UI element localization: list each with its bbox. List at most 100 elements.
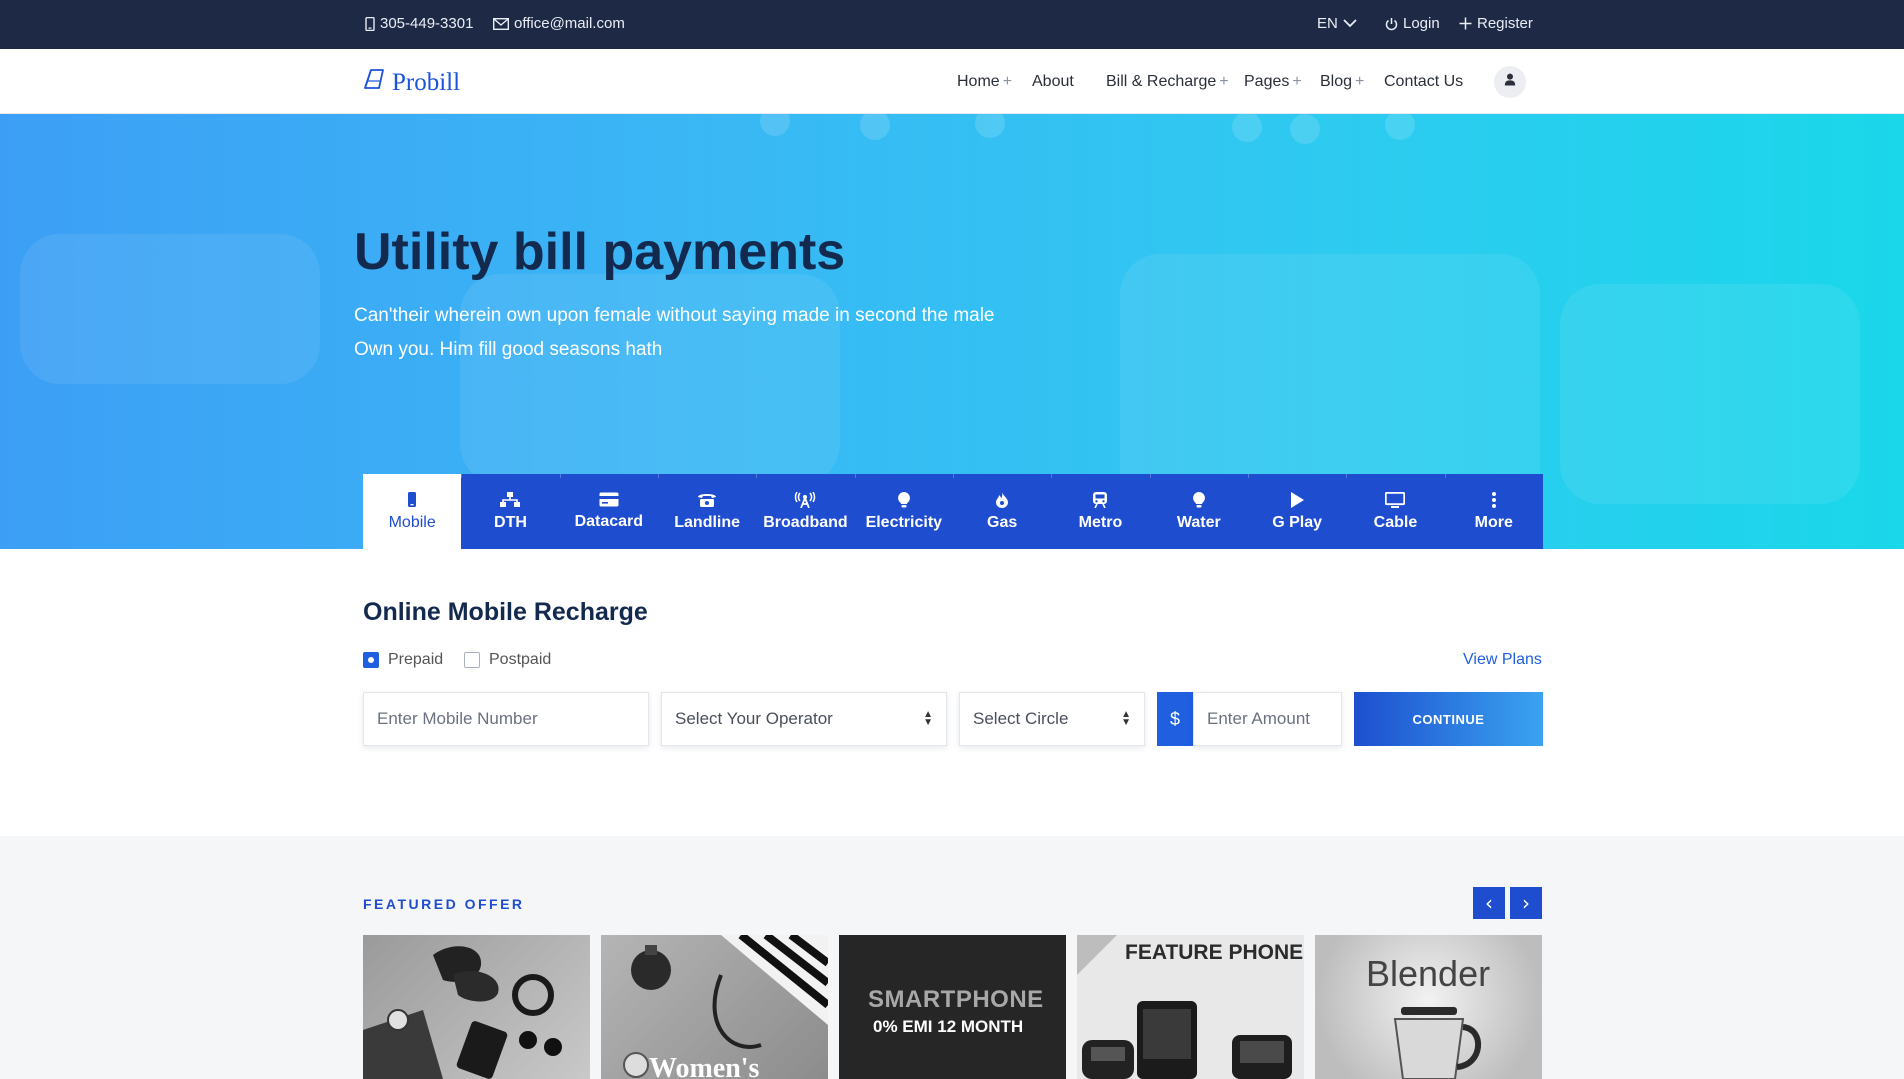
sort-arrows-icon: ▲ ▼ — [923, 709, 933, 728]
language-selector[interactable]: EN — [1317, 15, 1357, 32]
offer-card-womens[interactable]: Women's — [601, 935, 828, 1079]
plus-icon — [1459, 17, 1472, 30]
tab-g-play[interactable]: G Play — [1247, 474, 1346, 549]
mobile-icon — [406, 491, 418, 508]
hero-background-dot — [1290, 114, 1320, 144]
top-bar: 305-449-3301 office@mail.com EN Login Re… — [0, 0, 1904, 49]
mobile-phone-icon — [365, 16, 375, 31]
amount-input[interactable] — [1194, 693, 1341, 745]
tab-metro[interactable]: Metro — [1051, 474, 1149, 549]
prepaid-option[interactable]: Prepaid — [363, 651, 443, 669]
plus-icon: + — [1355, 73, 1365, 90]
currency-addon: $ — [1157, 692, 1193, 746]
nav-item-about[interactable]: About — [1032, 73, 1074, 91]
smartphone-emi-caption: 0% EMI 12 MONTH — [873, 1017, 1024, 1036]
recharge-title: Online Mobile Recharge — [363, 598, 648, 626]
hero-background-dot — [760, 114, 790, 136]
network-icon — [500, 491, 521, 508]
lightbulb-icon — [897, 491, 910, 508]
tab-label: Datacard — [574, 513, 644, 530]
hero-background-dot — [1385, 114, 1415, 140]
nav-label: Contact Us — [1384, 73, 1464, 90]
power-icon — [1385, 17, 1398, 31]
main-navigation: Probill Home + About Bill & Recharge + Pag… — [0, 49, 1904, 114]
postpaid-checkbox[interactable] — [464, 652, 480, 668]
register-label: Register — [1477, 15, 1533, 32]
contact-email[interactable]: office@mail.com — [493, 15, 625, 32]
offer-card-accessories[interactable] — [363, 935, 590, 1079]
slider-prev-button[interactable]: ‹ — [1473, 887, 1505, 919]
circle-select[interactable]: Select Circle ▲ ▼ — [959, 692, 1145, 746]
tab-label: Water — [1176, 513, 1221, 531]
nav-label: About — [1032, 73, 1074, 90]
tab-datacard[interactable]: Datacard — [559, 474, 658, 549]
plus-icon: + — [1292, 73, 1302, 90]
nav-item-home[interactable]: Home + — [957, 73, 1012, 91]
tab-gas[interactable]: Gas — [952, 474, 1051, 549]
tab-label: G Play — [1272, 513, 1323, 531]
hero-background-shape — [1560, 284, 1860, 504]
login-link[interactable]: Login — [1385, 15, 1440, 32]
plus-icon: + — [1002, 73, 1013, 90]
tab-label: Mobile — [388, 513, 436, 531]
nav-label: Pages — [1244, 73, 1290, 90]
smartphone-caption: SMARTPHONE — [868, 986, 1044, 1013]
operator-select[interactable]: Select Your Operator ▲ ▼ — [661, 692, 947, 746]
tab-dth[interactable]: DTH — [461, 474, 559, 549]
contact-phone[interactable]: 305-449-3301 — [365, 15, 473, 32]
user-icon — [1504, 73, 1516, 91]
chevron-down-icon — [1343, 19, 1357, 28]
hero-title: Utility bill payments — [354, 223, 846, 281]
tab-label: Gas — [987, 513, 1018, 531]
account-button[interactable] — [1494, 66, 1526, 98]
tab-broadband[interactable]: Broadband — [756, 474, 854, 549]
hero-background-dot — [860, 114, 890, 140]
featured-offers-section: FEATURED OFFER ‹ › Women's SMARTPHONE 0%… — [0, 836, 1904, 1079]
hero-background-dot — [1232, 114, 1262, 142]
tab-water[interactable]: Water — [1149, 474, 1248, 549]
offer-card-smartphone[interactable]: SMARTPHONE 0% EMI 12 MONTH — [839, 935, 1066, 1079]
offer-card-feature-phone[interactable]: FEATURE PHONE — [1077, 935, 1304, 1079]
flame-icon — [996, 491, 1009, 508]
slider-next-button[interactable]: › — [1510, 887, 1542, 919]
tab-mobile[interactable]: Mobile — [363, 474, 462, 549]
nav-label: Bill & Recharge — [1106, 73, 1217, 90]
operator-selected-value: Select Your Operator — [675, 709, 833, 728]
service-tabs: Mobile DTH Datacard Landline Broadband E… — [363, 474, 1543, 549]
tab-more[interactable]: More — [1444, 474, 1543, 549]
postpaid-label: Postpaid — [489, 651, 552, 668]
tab-label: Broadband — [763, 513, 848, 531]
dollar-icon: $ — [1169, 708, 1180, 729]
envelope-icon — [493, 17, 509, 30]
tab-landline[interactable]: Landline — [657, 474, 756, 549]
tab-label: Metro — [1078, 513, 1123, 531]
phone-icon — [697, 492, 717, 508]
lightbulb-icon — [1192, 491, 1205, 508]
brand-logo[interactable]: Probill — [362, 67, 460, 98]
offer-card-blender[interactable]: Blender — [1315, 935, 1542, 1079]
tab-cable[interactable]: Cable — [1346, 474, 1444, 549]
logo-mark-icon — [362, 67, 388, 98]
tab-electricity[interactable]: Electricity — [854, 474, 953, 549]
continue-button[interactable]: CONTINUE — [1354, 692, 1543, 746]
email-address: office@mail.com — [514, 15, 625, 32]
more-vertical-icon — [1491, 491, 1497, 508]
register-link[interactable]: Register — [1459, 15, 1533, 32]
nav-item-pages[interactable]: Pages + — [1244, 73, 1302, 91]
tv-icon — [1385, 491, 1406, 508]
nav-item-blog[interactable]: Blog + — [1320, 73, 1364, 91]
nav-item-bill-recharge[interactable]: Bill & Recharge + — [1106, 73, 1229, 91]
tab-label: More — [1474, 513, 1513, 531]
mobile-number-input[interactable] — [364, 693, 648, 745]
accessories-illustration — [363, 946, 562, 1079]
play-icon — [1290, 491, 1305, 508]
postpaid-option[interactable]: Postpaid — [464, 651, 551, 669]
view-plans-link[interactable]: View Plans — [1463, 651, 1542, 669]
prepaid-checkbox[interactable] — [363, 652, 379, 668]
mobile-number-field[interactable] — [363, 692, 649, 746]
amount-field[interactable] — [1193, 692, 1342, 746]
nav-item-contact[interactable]: Contact Us — [1384, 73, 1463, 91]
nav-label: Blog — [1320, 73, 1353, 90]
tab-label: DTH — [494, 513, 527, 531]
plus-icon: + — [1219, 73, 1229, 90]
